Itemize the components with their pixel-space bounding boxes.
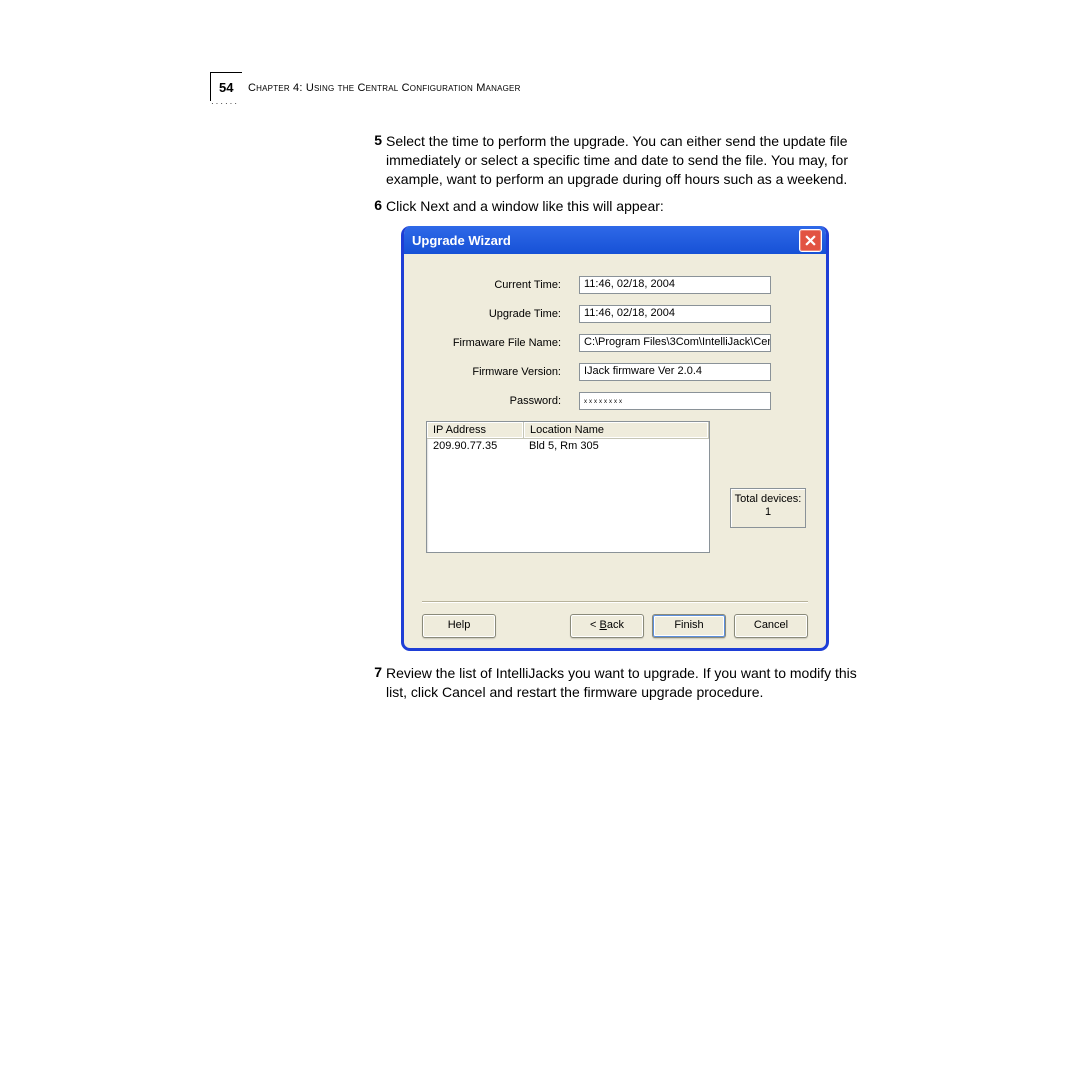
- button-row: Help < Back Finish Cancel: [404, 614, 826, 638]
- table-header: IP Address Location Name: [427, 422, 709, 439]
- close-icon: [805, 235, 816, 246]
- help-button[interactable]: Help: [422, 614, 496, 638]
- dialog-title: Upgrade Wizard: [412, 233, 511, 248]
- total-devices-box: Total devices: 1: [730, 488, 806, 528]
- label-upgrade-time: Upgrade Time:: [426, 308, 579, 320]
- label-password: Password:: [426, 395, 579, 407]
- cell-ip: 209.90.77.35: [427, 439, 523, 453]
- field-current-time[interactable]: 11:46, 02/18, 2004: [579, 276, 771, 294]
- total-devices-label: Total devices:: [731, 493, 805, 506]
- label-firmware-version: Firmware Version:: [426, 366, 579, 378]
- row-firmware-version: Firmware Version: IJack firmware Ver 2.0…: [426, 363, 804, 381]
- step-5: 5 Select the time to perform the upgrade…: [358, 132, 868, 189]
- label-current-time: Current Time:: [426, 279, 579, 291]
- field-password[interactable]: xxxxxxxx: [579, 392, 771, 410]
- field-firmware-file[interactable]: C:\Program Files\3Com\IntelliJack\Cent: [579, 334, 771, 352]
- close-button[interactable]: [799, 229, 822, 252]
- row-firmware-file: Firmaware File Name: C:\Program Files\3C…: [426, 334, 804, 352]
- step-text: Review the list of IntelliJacks you want…: [386, 664, 868, 702]
- page-corner-dots: ······: [211, 99, 239, 108]
- step-text: Select the time to perform the upgrade. …: [386, 132, 868, 189]
- table-row[interactable]: 209.90.77.35 Bld 5, Rm 305: [427, 439, 709, 453]
- cell-location: Bld 5, Rm 305: [523, 439, 709, 453]
- step-number: 5: [358, 132, 386, 189]
- total-devices-count: 1: [731, 506, 805, 519]
- upgrade-wizard-dialog: Upgrade Wizard Current Time: 11:46, 02/1…: [401, 226, 829, 651]
- field-upgrade-time[interactable]: 11:46, 02/18, 2004: [579, 305, 771, 323]
- chapter-title: Chapter 4: Using the Central Configurati…: [248, 82, 521, 94]
- field-firmware-version[interactable]: IJack firmware Ver 2.0.4: [579, 363, 771, 381]
- col-location-name[interactable]: Location Name: [524, 422, 709, 438]
- step-7: 7 Review the list of IntelliJacks you wa…: [358, 664, 868, 702]
- step-number: 6: [358, 197, 386, 216]
- titlebar[interactable]: Upgrade Wizard: [404, 226, 826, 254]
- step-6: 6 Click Next and a window like this will…: [358, 197, 868, 216]
- page-number: 54: [219, 80, 233, 95]
- row-password: Password: xxxxxxxx: [426, 392, 804, 410]
- device-table: IP Address Location Name 209.90.77.35 Bl…: [426, 421, 710, 553]
- step-text: Click Next and a window like this will a…: [386, 197, 664, 216]
- document-body: 5 Select the time to perform the upgrade…: [358, 132, 868, 224]
- separator: [422, 601, 808, 603]
- cancel-button[interactable]: Cancel: [734, 614, 808, 638]
- col-ip-address[interactable]: IP Address: [427, 422, 524, 438]
- document-body-lower: 7 Review the list of IntelliJacks you wa…: [358, 664, 868, 710]
- finish-button[interactable]: Finish: [652, 614, 726, 638]
- back-button[interactable]: < Back: [570, 614, 644, 638]
- row-upgrade-time: Upgrade Time: 11:46, 02/18, 2004: [426, 305, 804, 323]
- step-number: 7: [358, 664, 386, 702]
- label-firmware-file: Firmaware File Name:: [426, 337, 579, 349]
- row-current-time: Current Time: 11:46, 02/18, 2004: [426, 276, 804, 294]
